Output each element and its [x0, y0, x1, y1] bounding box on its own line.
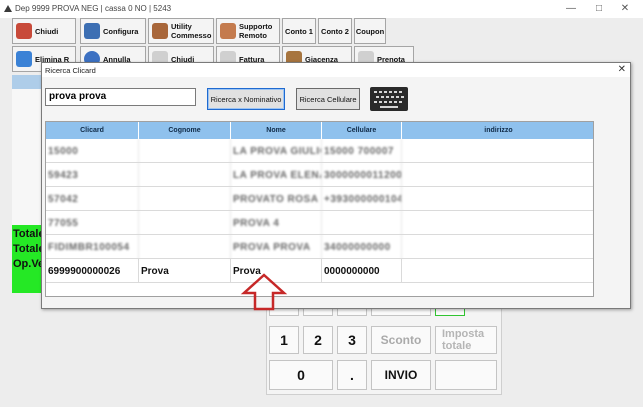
maximize-button[interactable]: □: [588, 2, 610, 16]
cell-nome: LA PROVA GIULIO: [231, 139, 322, 163]
conto-1-button[interactable]: Conto 1: [282, 18, 316, 44]
cell-nome: LA PROVA ELENA: [231, 163, 322, 187]
dialog-close-icon[interactable]: ✕: [618, 64, 626, 75]
supporto-remoto-button[interactable]: Supporto Remoto: [216, 18, 280, 44]
col-nome[interactable]: Nome: [231, 122, 322, 139]
cell-indirizzo: [402, 187, 593, 211]
close-button[interactable]: ✕: [614, 2, 636, 16]
cell-cognome: [139, 235, 231, 259]
table-row[interactable]: 59423 LA PROVA ELENA 3000000011200: [46, 163, 593, 187]
cell-cognome: [139, 163, 231, 187]
totale-label-1: Totale: [13, 228, 44, 240]
delete-x-icon: [16, 51, 32, 67]
sconto-button[interactable]: Sconto: [371, 326, 431, 354]
keyboard-icon[interactable]: [370, 87, 408, 111]
cell-cognome: [139, 211, 231, 235]
cell-cellulare: 15000 700007: [322, 139, 402, 163]
table-row[interactable]: 77055 PROVA 4: [46, 211, 593, 235]
key-2[interactable]: 2: [303, 326, 333, 354]
exit-door-icon: [16, 23, 32, 39]
title-bar: Dep 9999 PROVA NEG | cassa 0 NO | 5243 —…: [0, 0, 643, 18]
key-dot[interactable]: .: [337, 360, 367, 390]
cell-clicard: 15000: [46, 139, 139, 163]
dialog-title: Ricerca Clicard: [42, 63, 630, 77]
table-row[interactable]: 57042 PROVATO ROSA+393000000104352: [46, 187, 593, 211]
cell-indirizzo: [402, 235, 593, 259]
ricerca-clicard-dialog: Ricerca Clicard ✕ prova prova Ricerca x …: [41, 62, 631, 309]
cell-cellulare: 3000000011200: [322, 163, 402, 187]
table-row[interactable]: FIDIMBR100054 PROVA PROVA 34000000000: [46, 235, 593, 259]
col-clicard[interactable]: Clicard: [46, 122, 139, 139]
cell-clicard: 77055: [46, 211, 139, 235]
app-icon: [4, 5, 12, 12]
key-3[interactable]: 3: [337, 326, 367, 354]
cell-nome: PROVA PROVA: [231, 235, 322, 259]
cell-indirizzo: [402, 163, 593, 187]
op-vendita-label: Op.Ve: [13, 258, 44, 270]
key-blank[interactable]: [435, 360, 497, 390]
table-row[interactable]: 6999900000026 Prova Prova 0000000000: [46, 259, 593, 283]
invio-button[interactable]: INVIO: [371, 360, 431, 390]
cell-clicard: 59423: [46, 163, 139, 187]
cell-cellulare: [322, 211, 402, 235]
grid-header: Clicard Cognome Nome Cellulare indirizzo: [46, 122, 593, 139]
people-icon: [152, 23, 168, 39]
ricerca-cellulare-button[interactable]: Ricerca Cellulare: [296, 88, 360, 110]
table-row[interactable]: 15000 LA PROVA GIULIO 15000 700007: [46, 139, 593, 163]
cell-cellulare: +393000000104352: [322, 187, 402, 211]
col-indirizzo[interactable]: indirizzo: [402, 122, 593, 139]
chiudi-button[interactable]: Chiudi: [12, 18, 76, 44]
cell-cognome: Prova: [139, 259, 231, 283]
search-input[interactable]: prova prova: [45, 88, 196, 106]
cell-cognome: [139, 187, 231, 211]
cell-indirizzo: [402, 259, 593, 283]
keypad: 1 2 3 Sconto Imposta totale 0 . INVIO: [266, 297, 502, 395]
cell-clicard: FIDIMBR100054: [46, 235, 139, 259]
results-grid[interactable]: Clicard Cognome Nome Cellulare indirizzo…: [45, 121, 594, 297]
support-agent-icon: [220, 23, 236, 39]
coupon-button[interactable]: Coupon: [354, 18, 386, 44]
totale-label-2: Totale: [13, 243, 44, 255]
minimize-button[interactable]: —: [560, 2, 582, 16]
ricerca-nominativo-button[interactable]: Ricerca x Nominativo: [207, 88, 285, 110]
gears-icon: [84, 23, 100, 39]
utility-commesso-button[interactable]: Utility Commesso: [148, 18, 214, 44]
conto-2-button[interactable]: Conto 2: [318, 18, 352, 44]
red-arrow-icon: [240, 273, 288, 311]
key-0[interactable]: 0: [269, 360, 333, 390]
cell-cellulare: 34000000000: [322, 235, 402, 259]
cell-nome: PROVATO ROSA: [231, 187, 322, 211]
col-cellulare[interactable]: Cellulare: [322, 122, 402, 139]
cell-cellulare: 0000000000: [322, 259, 402, 283]
receipt-header: [12, 75, 44, 89]
configura-button[interactable]: Configura: [80, 18, 146, 44]
cell-indirizzo: [402, 211, 593, 235]
cell-nome: PROVA 4: [231, 211, 322, 235]
imposta-totale-button[interactable]: Imposta totale: [435, 326, 497, 354]
cell-indirizzo: [402, 139, 593, 163]
cell-clicard: 57042: [46, 187, 139, 211]
col-cognome[interactable]: Cognome: [139, 122, 231, 139]
totals-box: Totale Totale Op.Ve: [12, 225, 44, 293]
cell-clicard: 6999900000026: [46, 259, 139, 283]
key-1[interactable]: 1: [269, 326, 299, 354]
window-title: Dep 9999 PROVA NEG | cassa 0 NO | 5243: [15, 4, 172, 13]
cell-cognome: [139, 139, 231, 163]
